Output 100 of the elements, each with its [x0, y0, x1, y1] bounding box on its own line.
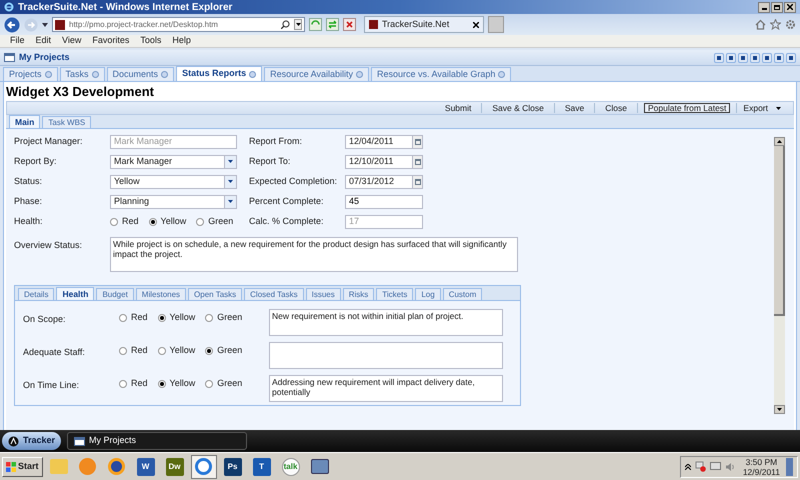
close-button[interactable] [786, 52, 796, 62]
address-field[interactable]: http://pmo.project-tracker.net/Desktop.htm [52, 17, 305, 32]
tab[interactable]: Resource vs. Available Graph [370, 67, 512, 81]
taskbar-app-button[interactable]: Ps [220, 454, 246, 478]
comment-textarea[interactable]: New requirement is not within initial plan of project. [269, 309, 503, 336]
taskbar-app-button[interactable]: T [248, 454, 275, 478]
close-button[interactable] [784, 2, 796, 12]
calendar-button[interactable] [412, 176, 422, 188]
tab[interactable]: Milestones [136, 288, 186, 300]
radio-button[interactable] [205, 380, 214, 388]
dropdown-button[interactable] [294, 19, 302, 30]
help-button[interactable] [738, 52, 748, 62]
tab[interactable]: Closed Tasks [244, 288, 304, 300]
radio-button[interactable] [110, 218, 118, 226]
network-icon[interactable] [710, 462, 721, 472]
menu-item[interactable]: Edit [36, 34, 52, 48]
toolbar-button[interactable]: Close [605, 102, 627, 114]
scroll-thumb[interactable] [774, 146, 785, 316]
taskbar-button[interactable]: My Projects [67, 432, 248, 450]
star-icon[interactable] [770, 19, 781, 30]
search-icon[interactable] [281, 20, 290, 29]
flag-icon[interactable] [694, 461, 706, 472]
calendar-button[interactable] [412, 156, 422, 168]
menu-item[interactable]: View [62, 34, 82, 48]
scroll-down-button[interactable] [774, 405, 785, 414]
menu-item[interactable]: Help [172, 34, 191, 48]
menu-item[interactable]: Tools [140, 34, 162, 48]
dropdown-arrow-button[interactable] [224, 196, 236, 208]
toolbar-button[interactable]: Save [564, 102, 584, 114]
radio-button[interactable] [158, 346, 166, 354]
radio-button[interactable] [119, 314, 127, 322]
dropdown-arrow-button[interactable] [224, 156, 236, 168]
radio-button[interactable] [148, 218, 157, 226]
radio-button[interactable] [205, 314, 214, 322]
input-field[interactable]: 45 [345, 194, 423, 208]
date-field[interactable]: 12/10/2011 [345, 154, 423, 168]
toolbar-button[interactable]: Submit [444, 102, 472, 114]
show-desktop-button[interactable] [786, 458, 793, 476]
menu-item[interactable]: File [10, 34, 25, 48]
radio-button[interactable] [119, 380, 127, 388]
comment-textarea[interactable]: Addressing new requirement will impact delivery date, potentially [269, 375, 503, 402]
binoculars-button[interactable] [750, 52, 760, 62]
scrollbar[interactable] [774, 137, 785, 414]
tab[interactable]: Tickets [376, 288, 414, 300]
populate-button[interactable]: Populate from Latest [644, 103, 730, 113]
browser-tab[interactable]: TrackerSuite.Net [364, 16, 484, 33]
compatibility-icon[interactable] [309, 18, 322, 31]
tab[interactable]: Documents [106, 67, 174, 81]
radio-button[interactable] [158, 314, 166, 322]
tab[interactable]: Budget [96, 288, 134, 300]
tab[interactable]: Risks [342, 288, 374, 300]
calendar-button[interactable] [412, 136, 422, 148]
tab[interactable]: Main [9, 115, 40, 128]
back-icon[interactable] [4, 16, 20, 32]
radio-button[interactable] [196, 218, 204, 226]
tab[interactable]: Issues [306, 288, 341, 300]
dropdown-arrow-button[interactable] [224, 176, 236, 188]
chevron-up-icon[interactable] [684, 464, 691, 470]
select-field[interactable]: Mark Manager [110, 154, 237, 168]
taskbar-app-button[interactable]: W [132, 454, 159, 478]
tab[interactable]: Open Tasks [188, 288, 242, 300]
date-field[interactable]: 12/04/2011 [345, 134, 423, 148]
radio-button[interactable] [158, 380, 166, 388]
radio-button[interactable] [205, 346, 214, 354]
caret-icon[interactable] [42, 22, 48, 26]
export-button[interactable]: Export [743, 102, 781, 114]
radio-button[interactable] [119, 346, 127, 354]
tab[interactable]: Resource Availability [264, 67, 369, 81]
tab[interactable]: Health [56, 287, 94, 300]
radio-label: Green [208, 214, 234, 228]
taskbar-app-button[interactable]: talk [278, 454, 304, 478]
tab[interactable]: Log [415, 288, 441, 300]
maximize-button[interactable] [771, 2, 783, 12]
stop-icon[interactable] [343, 18, 356, 31]
toolbar-button[interactable]: Save & Close [492, 102, 544, 114]
taskbar-app-button[interactable] [190, 454, 217, 478]
tab[interactable]: Task WBS [42, 116, 92, 128]
minimize-button[interactable] [762, 52, 772, 62]
date-field[interactable]: 07/31/2012 [345, 174, 423, 188]
menu-item[interactable]: Favorites [92, 34, 130, 48]
last-button[interactable] [726, 52, 736, 62]
home-icon[interactable] [755, 19, 766, 30]
settings-icon[interactable] [785, 19, 796, 30]
taskbar-button[interactable]: Tracker [2, 432, 62, 450]
speaker-icon[interactable] [724, 462, 735, 472]
start-button[interactable]: Start [2, 456, 43, 476]
select-field[interactable]: Yellow [110, 174, 237, 188]
overview-textarea[interactable]: While project is on schedule, a new requirement for the product design has surfaced that will significantly impact the project. [110, 237, 518, 272]
restore-button[interactable] [774, 52, 784, 62]
minimize-button[interactable] [758, 2, 770, 12]
taskbar-app-button[interactable]: Dw [162, 454, 188, 478]
tab[interactable]: Custom [442, 288, 482, 300]
select-field[interactable]: Planning [110, 194, 237, 208]
first-button[interactable] [714, 52, 724, 62]
tab[interactable]: Projects [3, 67, 58, 81]
refresh-icon[interactable] [326, 18, 339, 31]
scroll-up-button[interactable] [774, 137, 785, 146]
tab[interactable]: Details [18, 288, 54, 300]
tab[interactable]: Tasks [60, 67, 105, 81]
tab[interactable]: Status Reports [176, 66, 262, 81]
